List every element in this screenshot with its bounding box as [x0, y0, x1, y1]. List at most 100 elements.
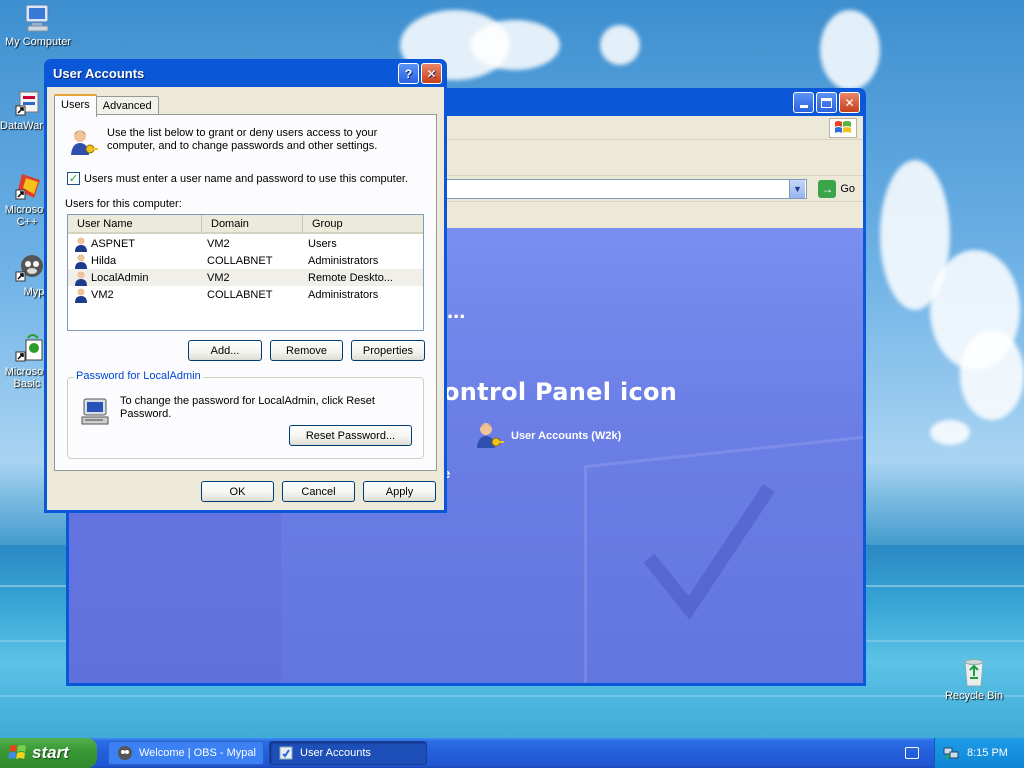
computer-password-icon [80, 395, 112, 427]
watermark-check-icon [643, 484, 775, 620]
cloud [820, 10, 880, 90]
users-tab-panel: Use the list below to grant or deny user… [54, 114, 437, 471]
column-header-group[interactable]: Group [303, 215, 423, 232]
user-name-text: VM2 [91, 288, 114, 301]
user-name-cell: VM2 [68, 287, 202, 303]
domain-cell: COLLABNET [207, 254, 273, 267]
go-label: Go [840, 183, 855, 195]
cloud [960, 330, 1024, 420]
table-row[interactable]: VM2 COLLABNET Administrators [68, 286, 423, 303]
taskbar-item-user-accounts[interactable]: User Accounts [269, 741, 427, 765]
system-tray: 8:15 PM [934, 738, 1024, 768]
user-name-text: Hilda [91, 254, 117, 267]
checkmark-icon: ✓ [68, 173, 79, 185]
desktop-icon-recycle-bin[interactable]: Recycle Bin [936, 656, 1012, 702]
cloud [470, 20, 560, 70]
user-icon [73, 253, 89, 269]
taskbar-item-mypal[interactable]: Welcome | OBS - Mypal [108, 741, 264, 765]
users-listview[interactable]: User Name Domain Group ASPNET VM2 Users [67, 214, 424, 331]
user-actions: Add... Remove Properties [188, 340, 425, 361]
mypal-shortcut-icon [14, 252, 46, 284]
cancel-button[interactable]: Cancel [282, 481, 355, 502]
group-cell: Users [308, 237, 337, 250]
dialog-close-button[interactable]: ✕ [421, 63, 442, 84]
user-accounts-dialog[interactable]: User Accounts ? ✕ Users Advanced Use the… [44, 59, 447, 513]
cloud [930, 420, 970, 445]
user-accounts-w2k-link[interactable]: User Accounts (W2k) [473, 420, 621, 452]
address-dropdown-button[interactable]: ▼ [789, 180, 805, 198]
group-cell: Remote Deskto... [308, 271, 393, 284]
add-user-button[interactable]: Add... [188, 340, 262, 361]
intro-text: Use the list below to grant or deny user… [107, 127, 378, 152]
listview-header: User Name Domain Group [68, 215, 423, 234]
dialog-title: User Accounts [53, 65, 145, 81]
help-button[interactable]: ? [398, 63, 419, 84]
go-button[interactable]: → Go [818, 180, 855, 198]
column-header-user-name[interactable]: User Name [68, 215, 202, 232]
remove-user-button[interactable]: Remove [270, 340, 343, 361]
user-icon [73, 270, 89, 286]
user-name-text: LocalAdmin [91, 271, 149, 284]
help-icon: ? [404, 66, 413, 81]
listview-rows: ASPNET VM2 Users Hilda COLLABNET Adminis… [68, 234, 423, 303]
ok-button[interactable]: OK [201, 481, 274, 502]
table-row-selected[interactable]: LocalAdmin VM2 Remote Deskto... [68, 269, 423, 286]
maximize-icon [821, 97, 832, 108]
microsoft-basic-shortcut-icon [14, 332, 46, 364]
minimize-button[interactable] [793, 92, 814, 113]
require-login-checkbox[interactable]: ✓ [67, 172, 80, 185]
desktop-icon-label: My Computer [4, 36, 72, 48]
taskbar-item-label: Welcome | OBS - Mypal [139, 747, 256, 759]
start-label: start [32, 743, 69, 762]
user-name-cell: Hilda [68, 253, 202, 269]
close-button[interactable]: ✕ [839, 92, 860, 113]
require-login-label: Users must enter a user name and passwor… [84, 172, 409, 185]
cloud [600, 25, 640, 65]
user-name-cell: ASPNET [68, 236, 202, 252]
my-computer-icon [22, 2, 54, 34]
column-header-domain[interactable]: Domain [202, 215, 303, 232]
keyboard-icon[interactable] [905, 747, 919, 759]
domain-cell: COLLABNET [207, 288, 273, 301]
mypal-icon [117, 745, 133, 761]
password-instructions: To change the password for LocalAdmin, c… [120, 395, 375, 420]
windows-logo-icon [829, 118, 857, 138]
group-cell: Administrators [308, 288, 379, 301]
dialog-buttons: OK Cancel Apply [201, 481, 436, 502]
network-icon[interactable] [943, 745, 959, 761]
taskbar: start Welcome | OBS - Mypal User Account… [0, 738, 1024, 768]
dialog-titlebar[interactable]: User Accounts ? ✕ [47, 59, 444, 87]
close-icon: ✕ [426, 66, 437, 81]
recycle-bin-icon [958, 656, 990, 688]
close-icon: ✕ [844, 95, 855, 110]
require-login-checkbox-row[interactable]: ✓ Users must enter a user name and passw… [67, 172, 408, 185]
user-accounts-icon [473, 420, 505, 452]
user-accounts-w2k-label: User Accounts (W2k) [511, 430, 622, 442]
user-accounts-icon [67, 127, 99, 159]
start-button[interactable]: start [0, 738, 97, 768]
go-arrow-icon: → [818, 180, 837, 198]
pick-control-panel-heading: ontrol Panel icon [443, 378, 678, 406]
taskbar-item-label: User Accounts [300, 747, 371, 759]
maximize-button[interactable] [816, 92, 837, 113]
password-groupbox: Password for LocalAdmin To change the pa… [67, 370, 424, 459]
intro-section: Use the list below to grant or deny user… [67, 127, 392, 159]
apply-button[interactable]: Apply [363, 481, 436, 502]
table-row[interactable]: Hilda COLLABNET Administrators [68, 252, 423, 269]
tab-users[interactable]: Users [54, 94, 97, 117]
chevron-down-icon: ▼ [793, 184, 802, 194]
domain-cell: VM2 [207, 237, 230, 250]
category-dots: ... [447, 298, 466, 323]
minimize-icon [799, 105, 808, 108]
desktop-icon-my-computer[interactable]: My Computer [0, 2, 76, 48]
password-group-label: Password for LocalAdmin [74, 370, 203, 382]
clock[interactable]: 8:15 PM [967, 747, 1008, 759]
domain-cell: VM2 [207, 271, 230, 284]
user-icon [73, 236, 89, 252]
users-list-label: Users for this computer: [65, 198, 182, 210]
properties-button[interactable]: Properties [351, 340, 425, 361]
table-row[interactable]: ASPNET VM2 Users [68, 235, 423, 252]
password-section: To change the password for LocalAdmin, c… [80, 395, 385, 427]
reset-password-button[interactable]: Reset Password... [289, 425, 412, 446]
group-cell: Administrators [308, 254, 379, 267]
